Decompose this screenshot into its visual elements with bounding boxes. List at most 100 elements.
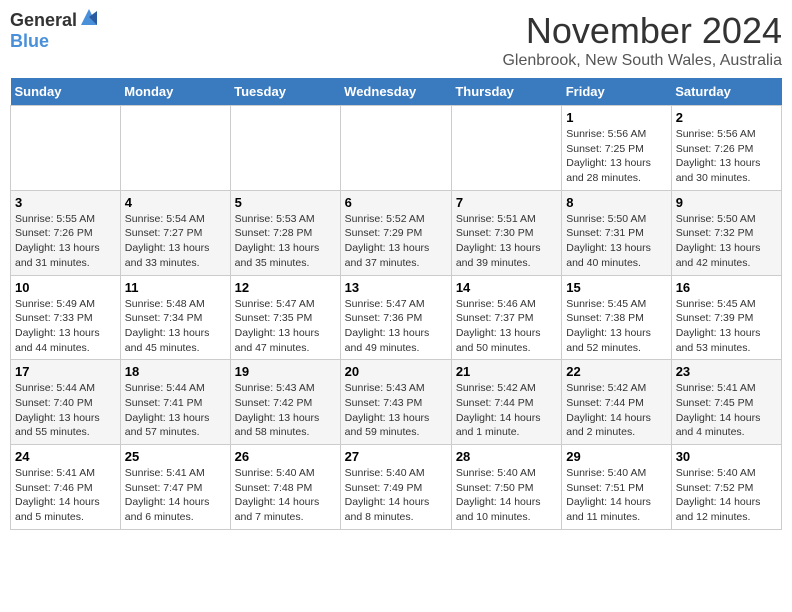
day-number: 30 xyxy=(676,449,777,464)
calendar-cell: 13 Sunrise: 5:47 AM Sunset: 7:36 PM Dayli… xyxy=(340,275,451,360)
day-number: 22 xyxy=(566,364,666,379)
day-number: 28 xyxy=(456,449,557,464)
logo: General Blue xyxy=(10,10,99,52)
calendar-cell: 24 Sunrise: 5:41 AM Sunset: 7:46 PM Dayli… xyxy=(11,445,121,530)
calendar-week-row: 3 Sunrise: 5:55 AM Sunset: 7:26 PM Daylig… xyxy=(11,190,782,275)
logo-text-blue: Blue xyxy=(10,31,49,51)
day-info: Sunrise: 5:41 AM Sunset: 7:47 PM Dayligh… xyxy=(125,466,226,525)
calendar-cell: 18 Sunrise: 5:44 AM Sunset: 7:41 PM Dayli… xyxy=(120,360,230,445)
day-number: 27 xyxy=(345,449,447,464)
day-number: 9 xyxy=(676,195,777,210)
day-number: 29 xyxy=(566,449,666,464)
day-number: 3 xyxy=(15,195,116,210)
day-header-monday: Monday xyxy=(120,78,230,106)
day-info: Sunrise: 5:45 AM Sunset: 7:38 PM Dayligh… xyxy=(566,297,666,356)
day-info: Sunrise: 5:50 AM Sunset: 7:31 PM Dayligh… xyxy=(566,212,666,271)
day-info: Sunrise: 5:51 AM Sunset: 7:30 PM Dayligh… xyxy=(456,212,557,271)
calendar-cell xyxy=(340,106,451,191)
day-info: Sunrise: 5:42 AM Sunset: 7:44 PM Dayligh… xyxy=(456,381,557,440)
day-number: 12 xyxy=(235,280,336,295)
calendar-cell: 7 Sunrise: 5:51 AM Sunset: 7:30 PM Daylig… xyxy=(451,190,561,275)
day-info: Sunrise: 5:40 AM Sunset: 7:48 PM Dayligh… xyxy=(235,466,336,525)
location-subtitle: Glenbrook, New South Wales, Australia xyxy=(502,52,782,70)
day-info: Sunrise: 5:40 AM Sunset: 7:51 PM Dayligh… xyxy=(566,466,666,525)
day-number: 18 xyxy=(125,364,226,379)
day-info: Sunrise: 5:46 AM Sunset: 7:37 PM Dayligh… xyxy=(456,297,557,356)
day-number: 20 xyxy=(345,364,447,379)
calendar-cell xyxy=(120,106,230,191)
day-info: Sunrise: 5:45 AM Sunset: 7:39 PM Dayligh… xyxy=(676,297,777,356)
calendar-cell: 23 Sunrise: 5:41 AM Sunset: 7:45 PM Dayli… xyxy=(671,360,781,445)
day-header-tuesday: Tuesday xyxy=(230,78,340,106)
calendar-cell: 14 Sunrise: 5:46 AM Sunset: 7:37 PM Dayli… xyxy=(451,275,561,360)
day-number: 24 xyxy=(15,449,116,464)
calendar-cell: 9Sunrise: 5:50 AM Sunset: 7:32 PM Daylig… xyxy=(671,190,781,275)
day-number: 10 xyxy=(15,280,116,295)
calendar-week-row: 24 Sunrise: 5:41 AM Sunset: 7:46 PM Dayli… xyxy=(11,445,782,530)
day-info: Sunrise: 5:47 AM Sunset: 7:36 PM Dayligh… xyxy=(345,297,447,356)
calendar-cell: 8 Sunrise: 5:50 AM Sunset: 7:31 PM Daylig… xyxy=(562,190,671,275)
day-info: Sunrise: 5:53 AM Sunset: 7:28 PM Dayligh… xyxy=(235,212,336,271)
day-info: Sunrise: 5:56 AM Sunset: 7:26 PM Dayligh… xyxy=(676,127,777,186)
day-info: Sunrise: 5:44 AM Sunset: 7:40 PM Dayligh… xyxy=(15,381,116,440)
day-number: 8 xyxy=(566,195,666,210)
day-info: Sunrise: 5:41 AM Sunset: 7:45 PM Dayligh… xyxy=(676,381,777,440)
day-number: 15 xyxy=(566,280,666,295)
calendar-cell xyxy=(230,106,340,191)
day-number: 23 xyxy=(676,364,777,379)
day-number: 16 xyxy=(676,280,777,295)
day-info: Sunrise: 5:55 AM Sunset: 7:26 PM Dayligh… xyxy=(15,212,116,271)
calendar-week-row: 10 Sunrise: 5:49 AM Sunset: 7:33 PM Dayli… xyxy=(11,275,782,360)
calendar-cell: 1 Sunrise: 5:56 AM Sunset: 7:25 PM Daylig… xyxy=(562,106,671,191)
day-number: 14 xyxy=(456,280,557,295)
calendar-table: SundayMondayTuesdayWednesdayThursdayFrid… xyxy=(10,78,782,530)
day-number: 13 xyxy=(345,280,447,295)
calendar-cell: 10 Sunrise: 5:49 AM Sunset: 7:33 PM Dayli… xyxy=(11,275,121,360)
calendar-cell: 27 Sunrise: 5:40 AM Sunset: 7:49 PM Dayli… xyxy=(340,445,451,530)
day-header-friday: Friday xyxy=(562,78,671,106)
calendar-cell: 16 Sunrise: 5:45 AM Sunset: 7:39 PM Dayli… xyxy=(671,275,781,360)
calendar-cell: 22 Sunrise: 5:42 AM Sunset: 7:44 PM Dayli… xyxy=(562,360,671,445)
calendar-cell: 20 Sunrise: 5:43 AM Sunset: 7:43 PM Dayli… xyxy=(340,360,451,445)
day-number: 2 xyxy=(676,110,777,125)
calendar-cell: 29 Sunrise: 5:40 AM Sunset: 7:51 PM Dayli… xyxy=(562,445,671,530)
calendar-cell: 11Sunrise: 5:48 AM Sunset: 7:34 PM Dayli… xyxy=(120,275,230,360)
calendar-cell: 26Sunrise: 5:40 AM Sunset: 7:48 PM Dayli… xyxy=(230,445,340,530)
day-info: Sunrise: 5:40 AM Sunset: 7:50 PM Dayligh… xyxy=(456,466,557,525)
day-number: 4 xyxy=(125,195,226,210)
day-info: Sunrise: 5:48 AM Sunset: 7:34 PM Dayligh… xyxy=(125,297,226,356)
calendar-cell: 25 Sunrise: 5:41 AM Sunset: 7:47 PM Dayli… xyxy=(120,445,230,530)
day-info: Sunrise: 5:43 AM Sunset: 7:42 PM Dayligh… xyxy=(235,381,336,440)
day-number: 7 xyxy=(456,195,557,210)
day-info: Sunrise: 5:40 AM Sunset: 7:49 PM Dayligh… xyxy=(345,466,447,525)
title-section: November 2024 Glenbrook, New South Wales… xyxy=(502,10,782,70)
calendar-cell: 6Sunrise: 5:52 AM Sunset: 7:29 PM Daylig… xyxy=(340,190,451,275)
day-info: Sunrise: 5:41 AM Sunset: 7:46 PM Dayligh… xyxy=(15,466,116,525)
day-number: 1 xyxy=(566,110,666,125)
day-info: Sunrise: 5:44 AM Sunset: 7:41 PM Dayligh… xyxy=(125,381,226,440)
day-number: 25 xyxy=(125,449,226,464)
page-header: General Blue November 2024 Glenbrook, Ne… xyxy=(10,10,782,70)
calendar-cell: 5Sunrise: 5:53 AM Sunset: 7:28 PM Daylig… xyxy=(230,190,340,275)
day-number: 19 xyxy=(235,364,336,379)
day-info: Sunrise: 5:40 AM Sunset: 7:52 PM Dayligh… xyxy=(676,466,777,525)
day-number: 6 xyxy=(345,195,447,210)
calendar-cell xyxy=(451,106,561,191)
day-info: Sunrise: 5:42 AM Sunset: 7:44 PM Dayligh… xyxy=(566,381,666,440)
calendar-cell: 12Sunrise: 5:47 AM Sunset: 7:35 PM Dayli… xyxy=(230,275,340,360)
day-info: Sunrise: 5:49 AM Sunset: 7:33 PM Dayligh… xyxy=(15,297,116,356)
calendar-cell: 21Sunrise: 5:42 AM Sunset: 7:44 PM Dayli… xyxy=(451,360,561,445)
month-title: November 2024 xyxy=(502,10,782,52)
calendar-cell: 3 Sunrise: 5:55 AM Sunset: 7:26 PM Daylig… xyxy=(11,190,121,275)
logo-text-general: General xyxy=(10,10,77,31)
day-header-sunday: Sunday xyxy=(11,78,121,106)
calendar-week-row: 17 Sunrise: 5:44 AM Sunset: 7:40 PM Dayli… xyxy=(11,360,782,445)
calendar-week-row: 1 Sunrise: 5:56 AM Sunset: 7:25 PM Daylig… xyxy=(11,106,782,191)
calendar-cell: 2 Sunrise: 5:56 AM Sunset: 7:26 PM Daylig… xyxy=(671,106,781,191)
calendar-cell xyxy=(11,106,121,191)
day-header-saturday: Saturday xyxy=(671,78,781,106)
calendar-cell: 4Sunrise: 5:54 AM Sunset: 7:27 PM Daylig… xyxy=(120,190,230,275)
day-info: Sunrise: 5:56 AM Sunset: 7:25 PM Dayligh… xyxy=(566,127,666,186)
day-number: 17 xyxy=(15,364,116,379)
day-info: Sunrise: 5:43 AM Sunset: 7:43 PM Dayligh… xyxy=(345,381,447,440)
